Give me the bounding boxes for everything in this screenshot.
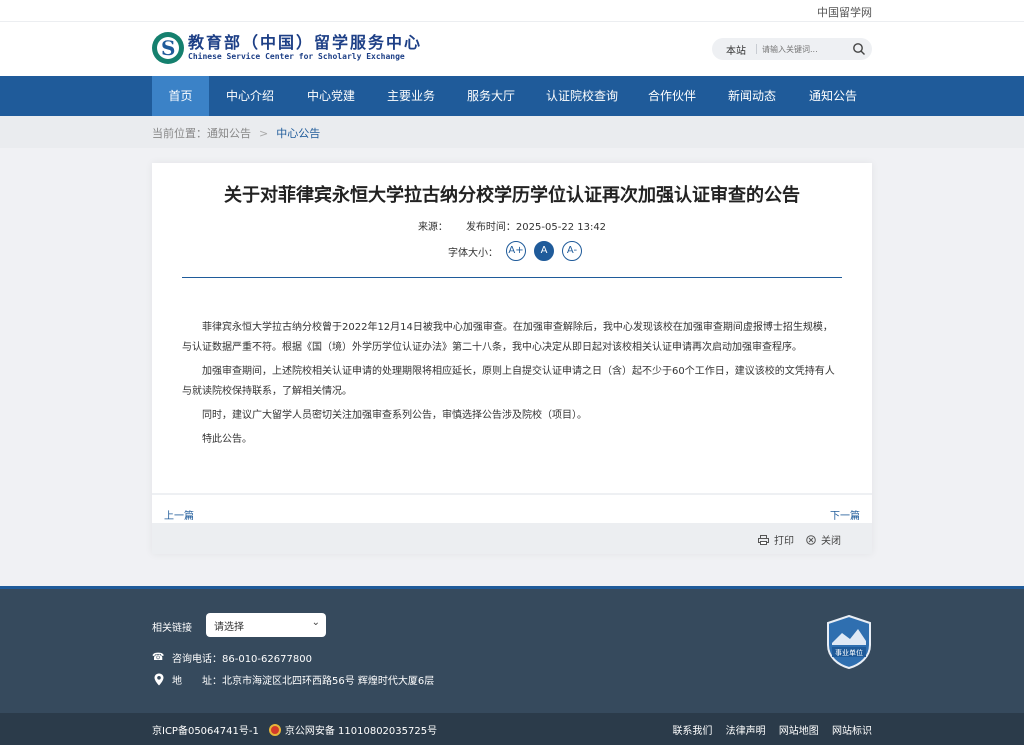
breadcrumb-parent[interactable]: 通知公告 <box>207 127 251 140</box>
top-bar: 中国留学网 <box>0 0 1024 22</box>
footer-link-site-mark[interactable]: 网站标识 <box>832 726 872 737</box>
article-source: 来源： <box>417 222 448 233</box>
main-nav: 首页 中心介绍 中心党建 主要业务 服务大厅 认证院校查询 合作伙伴 新闻动态 … <box>0 76 1024 116</box>
breadcrumb-current[interactable]: 中心公告 <box>276 127 320 140</box>
police-record[interactable]: 京公网安备 11010802035725号 <box>285 722 437 737</box>
nav-notices[interactable]: 通知公告 <box>799 76 867 116</box>
font-default-button[interactable]: A <box>534 241 554 261</box>
logo-emblem-icon <box>152 32 184 64</box>
printer-icon <box>758 534 769 545</box>
article-paragraph: 加强审查期间，上述院校相关认证申请的处理期限将相应延长，原则上自提交认证申请之日… <box>182 366 835 397</box>
badge-text: 事业单位 <box>835 648 863 657</box>
title-divider <box>182 277 842 278</box>
public-institution-badge[interactable]: 事业单位 <box>826 615 872 669</box>
article-body: 菲律宾永恒大学拉古纳分校曾于2022年12月14日被我中心加强审查。在加强审查解… <box>182 318 842 454</box>
article-paragraph: 特此公告。 <box>202 434 252 445</box>
footer-link-legal[interactable]: 法律声明 <box>726 726 766 737</box>
nav-school-query[interactable]: 认证院校查询 <box>537 76 627 116</box>
article-tools: 打印 关闭 <box>152 523 872 554</box>
font-size-control: 字体大小： A+ A A- <box>448 241 582 261</box>
nav-service-hall[interactable]: 服务大厅 <box>457 76 525 116</box>
article-paragraph: 菲律宾永恒大学拉古纳分校曾于2022年12月14日被我中心加强审查。在加强审查解… <box>182 322 833 353</box>
nav-about[interactable]: 中心介绍 <box>216 76 284 116</box>
footer-link-contact[interactable]: 联系我们 <box>672 726 712 737</box>
article-pager: 上一篇 下一篇 <box>152 493 872 523</box>
related-links-value: 请选择 <box>214 622 244 633</box>
print-button[interactable]: 打印 <box>758 532 794 547</box>
font-size-label: 字体大小： <box>448 247 498 259</box>
phone-icon: ☎ <box>152 652 165 663</box>
nav-party[interactable]: 中心党建 <box>297 76 365 116</box>
article-published: 发布时间：2025-05-22 13:42 <box>465 222 607 233</box>
prev-article-link[interactable]: 上一篇 <box>164 507 194 522</box>
close-icon <box>806 534 816 545</box>
breadcrumb: 当前位置：通知公告 > 中心公告 <box>0 116 1024 148</box>
next-article-link[interactable]: 下一篇 <box>830 507 860 522</box>
logo-english-name: Chinese Service Center for Scholarly Exc… <box>188 52 405 61</box>
icp-record[interactable]: 京ICP备05064741号-1 <box>152 722 259 737</box>
search-icon[interactable] <box>852 42 866 56</box>
related-links-select[interactable]: 请选择 ⌄ <box>206 613 326 637</box>
font-increase-button[interactable]: A+ <box>506 241 526 261</box>
footer: 相关链接 请选择 ⌄ ☎ 咨询电话：86-010-62677800 地 址： 北京… <box>0 586 1024 714</box>
police-badge-icon <box>268 723 281 736</box>
location-pin-icon <box>154 673 164 686</box>
search-box: 本站 <box>712 38 872 60</box>
font-decrease-button[interactable]: A- <box>562 241 582 261</box>
nav-home[interactable]: 首页 <box>152 76 209 116</box>
nav-business[interactable]: 主要业务 <box>377 76 445 116</box>
contact-address: 地 址： 北京市海淀区北四环西路56号 辉煌时代大厦6层 <box>152 672 434 687</box>
nav-partners[interactable]: 合作伙伴 <box>638 76 706 116</box>
chevron-down-icon: ⌄ <box>311 617 320 628</box>
breadcrumb-prefix: 当前位置： <box>152 127 207 140</box>
search-input[interactable] <box>757 44 845 54</box>
address-label: 地 址： <box>172 676 222 687</box>
close-button[interactable]: 关闭 <box>806 532 841 547</box>
logo-chinese-name: 教育部（中国）留学服务中心 <box>188 33 423 52</box>
footer-link-sitemap[interactable]: 网站地图 <box>779 726 819 737</box>
phone-text: 咨询电话：86-010-62677800 <box>172 654 312 665</box>
search-scope-select[interactable]: 本站 <box>712 42 756 57</box>
contact-phone: ☎ 咨询电话：86-010-62677800 <box>152 650 312 665</box>
site-logo[interactable]: 教育部（中国）留学服务中心 Chinese Service Center for… <box>152 32 422 64</box>
breadcrumb-separator: > <box>259 127 269 140</box>
article-meta: 来源： 发布时间：2025-05-22 13:42 <box>152 218 872 233</box>
study-abroad-link[interactable]: 中国留学网 <box>817 4 872 20</box>
article-paragraph: 同时，建议广大留学人员密切关注加强审查系列公告，审慎选择公告涉及院校（项目）。 <box>202 410 587 421</box>
close-label: 关闭 <box>821 536 841 547</box>
address-text: 北京市海淀区北四环西路56号 辉煌时代大厦6层 <box>222 676 435 687</box>
header: 教育部（中国）留学服务中心 Chinese Service Center for… <box>0 22 1024 76</box>
related-links-label: 相关链接 <box>152 623 192 634</box>
print-label: 打印 <box>774 536 794 547</box>
footer-bottom-bar: 京ICP备05064741号-1 京公网安备 11010802035725号 联… <box>0 713 1024 745</box>
article-title: 关于对菲律宾永恒大学拉古纳分校学历学位认证再次加强认证审查的公告 <box>224 185 800 206</box>
nav-news[interactable]: 新闻动态 <box>718 76 786 116</box>
article-card: 关于对菲律宾永恒大学拉古纳分校学历学位认证再次加强认证审查的公告 来源： 发布时间… <box>152 163 872 554</box>
